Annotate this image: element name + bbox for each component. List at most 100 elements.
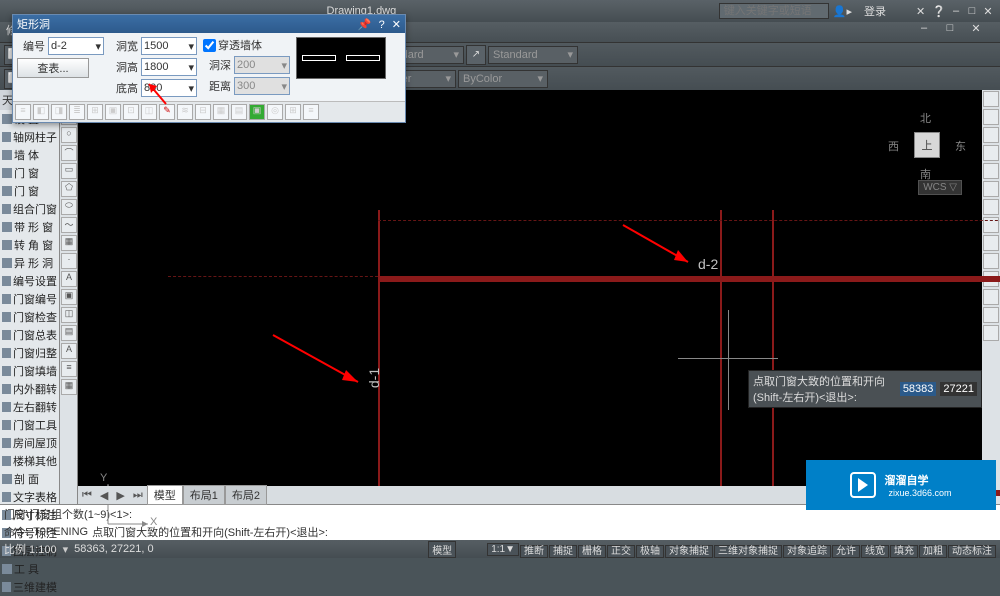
pierce-checkbox[interactable] bbox=[203, 39, 216, 52]
palette-item[interactable]: 工 具 bbox=[0, 560, 59, 578]
copy-icon[interactable] bbox=[983, 109, 999, 125]
doc-close-button[interactable]: ✕ bbox=[968, 22, 984, 42]
lookup-button[interactable]: 查表... bbox=[17, 58, 89, 78]
tb-icon[interactable]: ⊞ bbox=[285, 104, 301, 120]
tb-icon[interactable]: ▦ bbox=[213, 104, 229, 120]
palette-item[interactable]: 剖 面 bbox=[0, 470, 59, 488]
polygon-icon[interactable]: ⬠ bbox=[61, 181, 77, 197]
palette-item[interactable]: 带 形 窗 bbox=[0, 218, 59, 236]
palette-item[interactable]: 文字表格 bbox=[0, 488, 59, 506]
status-toggle[interactable]: 推断 bbox=[520, 545, 548, 558]
wcs-label[interactable]: WCS ▽ bbox=[918, 180, 962, 195]
palette-item[interactable]: 楼梯其他 bbox=[0, 452, 59, 470]
exchange-icon[interactable]: ✕ bbox=[916, 6, 925, 18]
region-icon[interactable]: ◫ bbox=[61, 307, 77, 323]
dialog-pin-icon[interactable]: 📌 bbox=[358, 19, 372, 31]
fillet-icon[interactable] bbox=[983, 235, 999, 251]
stretch-icon[interactable] bbox=[983, 325, 999, 341]
dyn-x[interactable]: 58383 bbox=[900, 382, 937, 396]
maximize-button[interactable]: □ bbox=[964, 5, 980, 18]
ellipse-icon[interactable]: ⬭ bbox=[61, 199, 77, 215]
status-toggle[interactable]: 对象捕捉 bbox=[665, 545, 713, 558]
tab-layout2[interactable]: 布局2 bbox=[225, 485, 267, 505]
search-input[interactable] bbox=[719, 3, 829, 19]
minimize-button[interactable]: – bbox=[948, 5, 964, 18]
palette-item[interactable]: 转 角 窗 bbox=[0, 236, 59, 254]
tab-model[interactable]: 模型 bbox=[147, 485, 183, 505]
drawing-canvas[interactable]: [-][俯视][二维线框] d-2 d-1 点取门窗大致的位置和开向(Shift… bbox=[78, 90, 982, 504]
tb-icon[interactable]: ▤ bbox=[231, 104, 247, 120]
status-toggle[interactable]: 填充 bbox=[890, 545, 918, 558]
status-toggle[interactable]: 加粗 bbox=[919, 545, 947, 558]
status-toggle[interactable]: 正交 bbox=[607, 545, 635, 558]
search-icon[interactable]: 👤▸ bbox=[833, 5, 852, 18]
palette-item[interactable]: 门 窗 bbox=[0, 164, 59, 182]
palette-item[interactable]: 轴网柱子 bbox=[0, 128, 59, 146]
chamfer-icon[interactable] bbox=[983, 253, 999, 269]
offset-icon[interactable] bbox=[983, 181, 999, 197]
tb-icon[interactable]: ≡ bbox=[15, 104, 31, 120]
status-toggle[interactable]: 栅格 bbox=[578, 545, 606, 558]
palette-item[interactable]: 门窗编号 bbox=[0, 290, 59, 308]
width-combo[interactable]: 1500▾ bbox=[141, 37, 197, 55]
tab-last[interactable]: ⏭ bbox=[129, 489, 147, 502]
dialog-help-icon[interactable]: ? bbox=[379, 19, 385, 31]
palette-item[interactable]: 门窗填墙 bbox=[0, 362, 59, 380]
status-toggle[interactable]: 三维对象捕捉 bbox=[714, 545, 782, 558]
scale-icon[interactable] bbox=[983, 145, 999, 161]
palette-item[interactable]: 编号设置 bbox=[0, 272, 59, 290]
status-toggle[interactable]: 捕捉 bbox=[549, 545, 577, 558]
rotate-icon[interactable] bbox=[983, 127, 999, 143]
color-combo[interactable]: ByColor▾ bbox=[458, 70, 548, 88]
status-toggle[interactable]: 允许 bbox=[832, 545, 860, 558]
height-combo[interactable]: 1800▾ bbox=[141, 58, 197, 76]
login-button[interactable]: 登录 bbox=[864, 3, 886, 19]
tb-icon[interactable]: ≡ bbox=[303, 104, 319, 120]
move-icon[interactable] bbox=[983, 91, 999, 107]
tool-icon[interactable]: ≡ bbox=[61, 361, 77, 377]
palette-item[interactable]: 左右翻转 bbox=[0, 398, 59, 416]
status-toggle[interactable]: 对象追踪 bbox=[783, 545, 831, 558]
viewcube-top[interactable]: 上 bbox=[914, 132, 940, 158]
spline-icon[interactable]: ～ bbox=[61, 217, 77, 233]
number-combo[interactable]: d-2▾ bbox=[48, 37, 104, 55]
tb-icon[interactable]: ◎ bbox=[267, 104, 283, 120]
text-icon[interactable]: A bbox=[61, 271, 77, 287]
mleaderstyle-combo[interactable]: Standard▾ bbox=[488, 46, 578, 64]
palette-item[interactable]: 三维建模 bbox=[0, 578, 59, 596]
trim-icon[interactable] bbox=[983, 199, 999, 215]
rect-icon[interactable]: ▭ bbox=[61, 163, 77, 179]
table-icon[interactable]: ▤ bbox=[61, 325, 77, 341]
hatch-icon[interactable]: ▦ bbox=[61, 235, 77, 251]
tab-prev[interactable]: ◀ bbox=[96, 489, 112, 502]
model-space-button[interactable]: 模型 bbox=[428, 541, 456, 558]
palette-item[interactable]: 组合门窗 bbox=[0, 200, 59, 218]
tb-icon[interactable]: ≣ bbox=[69, 104, 85, 120]
dyn-y[interactable]: 27221 bbox=[940, 382, 977, 396]
tb-icon[interactable]: ≋ bbox=[177, 104, 193, 120]
erase-icon[interactable] bbox=[983, 307, 999, 323]
point-icon[interactable]: · bbox=[61, 253, 77, 269]
mleader-icon[interactable]: ↗ bbox=[466, 45, 486, 65]
view-cube[interactable]: 北 西 东 南 上 bbox=[892, 110, 962, 180]
status-toggle[interactable]: 动态标注 bbox=[948, 545, 996, 558]
explode-icon[interactable] bbox=[983, 289, 999, 305]
tab-next[interactable]: ▶ bbox=[112, 489, 128, 502]
anno-scale[interactable]: 1:1▼ bbox=[487, 543, 519, 556]
palette-item[interactable]: 异 形 洞 bbox=[0, 254, 59, 272]
palette-item[interactable]: 门窗工具 bbox=[0, 416, 59, 434]
tb-icon[interactable]: ◨ bbox=[51, 104, 67, 120]
scale-display[interactable]: 比例 1:100 bbox=[4, 541, 57, 557]
help-icon[interactable]: ❔ bbox=[932, 6, 946, 18]
tb-icon[interactable]: ⊡ bbox=[123, 104, 139, 120]
mirror-icon[interactable] bbox=[983, 163, 999, 179]
block-icon[interactable]: ▣ bbox=[61, 289, 77, 305]
doc-min-button[interactable]: – bbox=[916, 22, 932, 42]
tb-icon[interactable]: ▣ bbox=[105, 104, 121, 120]
palette-item[interactable]: 门 窗 bbox=[0, 182, 59, 200]
tb-icon[interactable]: ⊟ bbox=[195, 104, 211, 120]
arc-icon[interactable]: ⌒ bbox=[61, 145, 77, 161]
tool-icon[interactable]: ▦ bbox=[61, 379, 77, 395]
mtext-icon[interactable]: A bbox=[61, 343, 77, 359]
tb-icon[interactable]: ◧ bbox=[33, 104, 49, 120]
